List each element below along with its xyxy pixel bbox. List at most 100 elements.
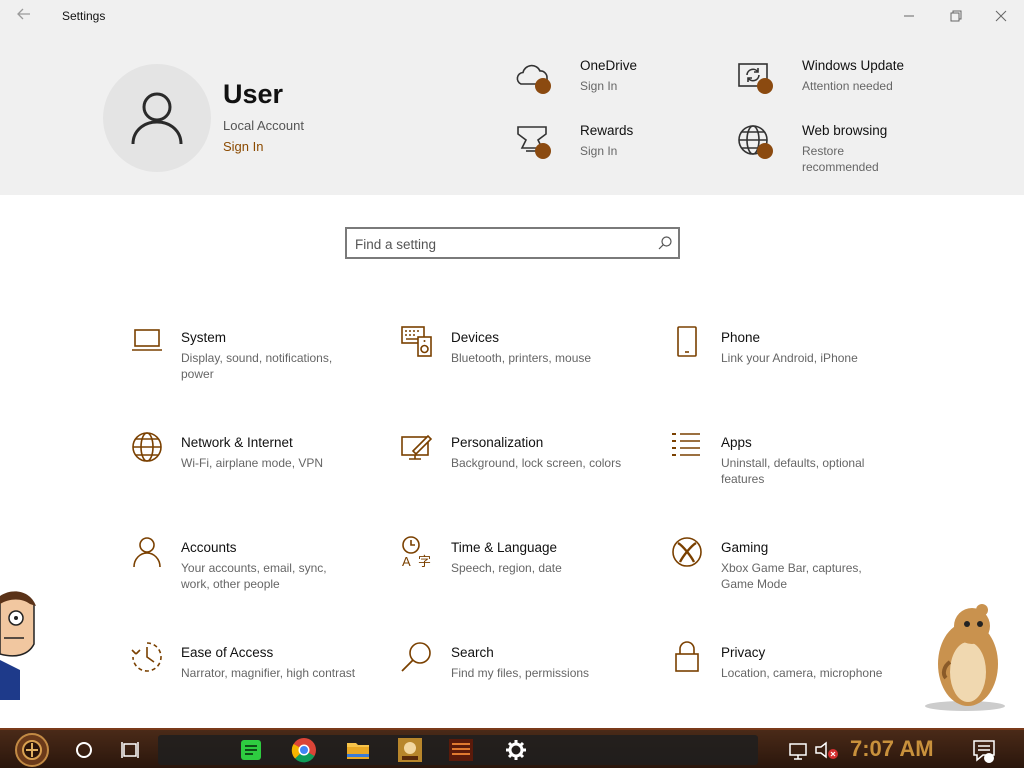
title-bar: Settings: [0, 0, 1024, 32]
svg-text:A: A: [402, 554, 411, 568]
sync-icon: [738, 63, 773, 94]
category-devices[interactable]: Devices Bluetooth, printers, mouse: [401, 326, 631, 406]
keyboard-speaker-icon: [401, 326, 432, 357]
task-view-icon[interactable]: [115, 734, 147, 766]
category-title: Accounts: [181, 540, 237, 555]
minimize-icon: [904, 15, 914, 17]
category-title: Time & Language: [451, 540, 558, 555]
category-title: Network & Internet: [181, 435, 293, 450]
service-title: OneDrive: [580, 58, 638, 73]
search-icon[interactable]: [657, 235, 673, 251]
category-network-internet[interactable]: Network & Internet Wi-Fi, airplane mode,…: [131, 431, 361, 511]
settings-gear-icon[interactable]: [500, 734, 532, 766]
chrome-icon[interactable]: [288, 734, 320, 766]
close-button[interactable]: [989, 4, 1013, 28]
lock-icon: [675, 641, 699, 672]
cortana-icon[interactable]: [68, 734, 100, 766]
spotify-icon[interactable]: [235, 734, 267, 766]
taskbar-clock[interactable]: 7:07 AM: [850, 736, 934, 762]
ease-of-access-icon: [131, 642, 162, 672]
maximize-icon: [950, 10, 962, 22]
action-center-icon[interactable]: [968, 734, 1000, 766]
category-description: Speech, region, date: [451, 561, 562, 575]
rewards-tile[interactable]: Rewards Sign In: [514, 123, 714, 179]
category-title: Gaming: [721, 540, 769, 555]
category-description: Uninstall, defaults, optional features: [721, 456, 865, 486]
category-ease-of-access[interactable]: Ease of Access Narrator, magnifier, high…: [131, 641, 361, 721]
service-subtitle: Attention needed: [802, 79, 893, 93]
windows-update-tile[interactable]: Windows Update Attention needed: [736, 58, 936, 114]
category-description: Location, camera, microphone: [721, 666, 883, 680]
back-arrow-icon: [17, 8, 30, 20]
search-box[interactable]: [345, 227, 680, 259]
service-title: Rewards: [580, 123, 634, 138]
time-language-icon: A 字: [402, 536, 431, 568]
paintbrush-icon: [401, 434, 433, 460]
search-icon: [401, 642, 431, 672]
phone-icon: [677, 326, 697, 357]
taskbar: 7:07 AM: [0, 728, 1024, 768]
category-time-language[interactable]: A 字 Time & Language Speech, region, date: [401, 536, 631, 616]
category-title: Phone: [721, 330, 761, 345]
user-name: User: [223, 79, 284, 109]
category-gaming[interactable]: Gaming Xbox Game Bar, captures, Game Mod…: [671, 536, 901, 616]
category-title: Devices: [451, 330, 500, 345]
category-description: Wi-Fi, airplane mode, VPN: [181, 456, 324, 470]
category-system[interactable]: System Display, sound, notifications, po…: [131, 326, 361, 406]
category-title: Privacy: [721, 645, 766, 660]
maximize-button[interactable]: [943, 4, 967, 28]
cartoon-character-icon: [0, 591, 36, 700]
category-title: Apps: [721, 435, 752, 450]
category-description: Xbox Game Bar, captures, Game Mode: [721, 561, 862, 591]
search-input[interactable]: [355, 234, 645, 254]
hamster-icon: [925, 604, 1005, 711]
list-icon: [672, 433, 700, 456]
category-title: Ease of Access: [181, 645, 274, 660]
service-title: Web browsing: [802, 123, 888, 138]
globe-icon: [738, 125, 773, 159]
start-icon[interactable]: [10, 731, 54, 768]
category-description: Find my files, permissions: [451, 666, 590, 680]
service-title: Windows Update: [802, 58, 905, 73]
avatar: [103, 64, 211, 172]
window-title: Settings: [62, 9, 106, 23]
person-icon: [133, 537, 161, 568]
xbox-icon: [672, 537, 702, 567]
category-description: Your accounts, email, sync, work, other …: [181, 561, 327, 591]
category-personalization[interactable]: Personalization Background, lock screen,…: [401, 431, 631, 511]
category-description: Narrator, magnifier, high contrast: [181, 666, 356, 680]
volume-muted-icon[interactable]: [810, 734, 842, 766]
game-icon[interactable]: [394, 734, 426, 766]
category-description: Background, lock screen, colors: [451, 456, 622, 470]
onedrive-tile[interactable]: OneDrive Sign In: [514, 58, 714, 114]
close-icon: [995, 10, 1007, 22]
web-browsing-tile[interactable]: Web browsing Restore recommended: [736, 123, 936, 179]
svg-text:字: 字: [418, 555, 431, 568]
category-description: Display, sound, notifications, power: [181, 351, 333, 381]
game-icon[interactable]: [445, 734, 477, 766]
service-subtitle: Sign In: [580, 79, 618, 93]
category-title: Search: [451, 645, 494, 660]
file-explorer-icon[interactable]: [342, 734, 374, 766]
sign-in-link[interactable]: Sign In: [223, 139, 263, 154]
service-subtitle: Sign In: [580, 144, 618, 158]
service-subtitle: Restore recommended: [802, 144, 879, 174]
category-privacy[interactable]: Privacy Location, camera, microphone: [671, 641, 901, 721]
category-description: Link your Android, iPhone: [721, 351, 858, 365]
category-search[interactable]: Search Find my files, permissions: [401, 641, 631, 721]
minimize-button[interactable]: [897, 4, 921, 28]
category-apps[interactable]: Apps Uninstall, defaults, optional featu…: [671, 431, 901, 511]
user-avatar-icon: [131, 92, 183, 145]
category-phone[interactable]: Phone Link your Android, iPhone: [671, 326, 901, 406]
globe-icon: [132, 432, 162, 462]
cloud-icon: [516, 64, 551, 94]
trophy-icon: [517, 126, 551, 159]
account-type: Local Account: [223, 118, 304, 133]
account-header: User Local Account Sign In OneDrive Sign…: [0, 32, 1024, 195]
category-description: Bluetooth, printers, mouse: [451, 351, 592, 365]
category-title: Personalization: [451, 435, 544, 450]
back-button[interactable]: [12, 6, 36, 26]
category-accounts[interactable]: Accounts Your accounts, email, sync, wor…: [131, 536, 361, 616]
category-title: System: [181, 330, 227, 345]
laptop-icon: [132, 329, 162, 351]
